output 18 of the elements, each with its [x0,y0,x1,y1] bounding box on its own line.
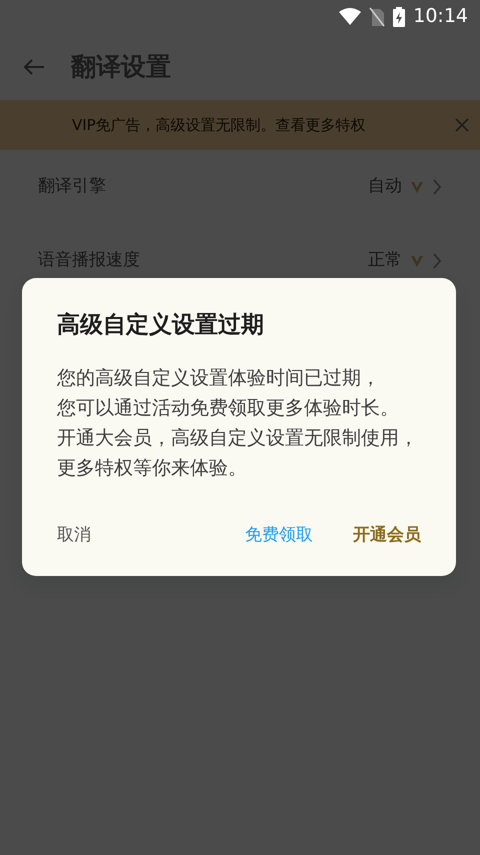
banner-text: VIP免广告，高级设置无限制。查看更多特权 [72,114,366,136]
status-time: 10:14 [413,4,468,30]
battery-charging-icon [393,6,406,26]
cancel-button[interactable]: 取消 [57,522,91,548]
dialog-title: 高级自定义设置过期 [57,311,265,340]
chevron-right-icon [432,252,442,270]
back-icon[interactable] [22,56,46,76]
membership-button[interactable]: 开通会员 [353,522,421,548]
no-sim-icon [369,6,386,26]
free-claim-button[interactable]: 免费领取 [245,522,313,548]
close-icon[interactable] [454,117,470,133]
promo-banner[interactable]: VIP免广告，高级设置无限制。查看更多特权 [0,100,480,150]
chevron-right-icon [432,178,442,196]
dialog-message: 您的高级自定义设置体验时间已过期， [57,366,381,390]
setting-value: 自动 [368,175,402,198]
wifi-icon [339,8,362,26]
dialog-message: 您可以通过活动免费领取更多体验时长。 [57,396,400,420]
dialog-message: 开通大会员，高级自定义设置无限制使用，更多特权等你来体验。 [57,426,419,480]
